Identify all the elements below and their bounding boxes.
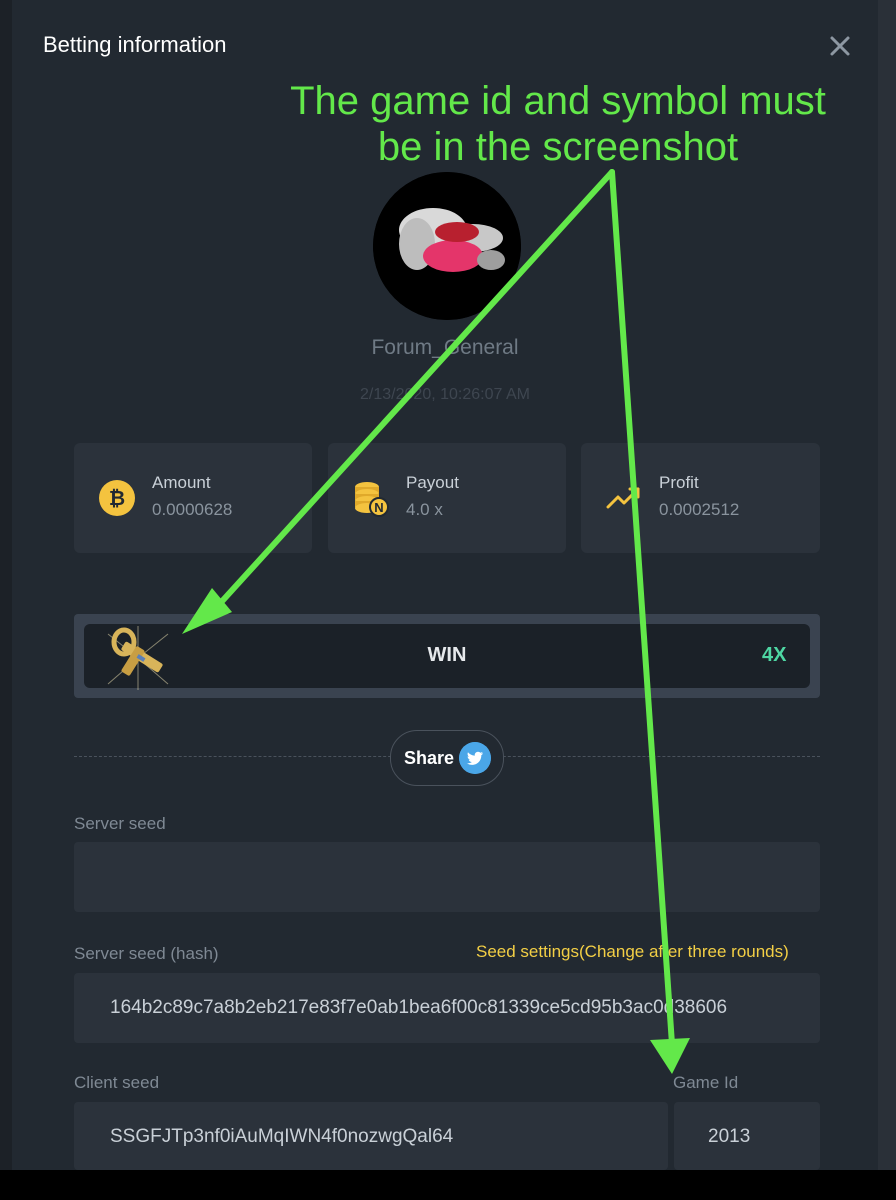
- annotation-arrows: [182, 169, 690, 1074]
- annotation-arrow-to-game-id: [609, 169, 675, 1047]
- annotation-arrowhead: [650, 1038, 690, 1074]
- annotation-arrow-to-symbol: [202, 169, 615, 623]
